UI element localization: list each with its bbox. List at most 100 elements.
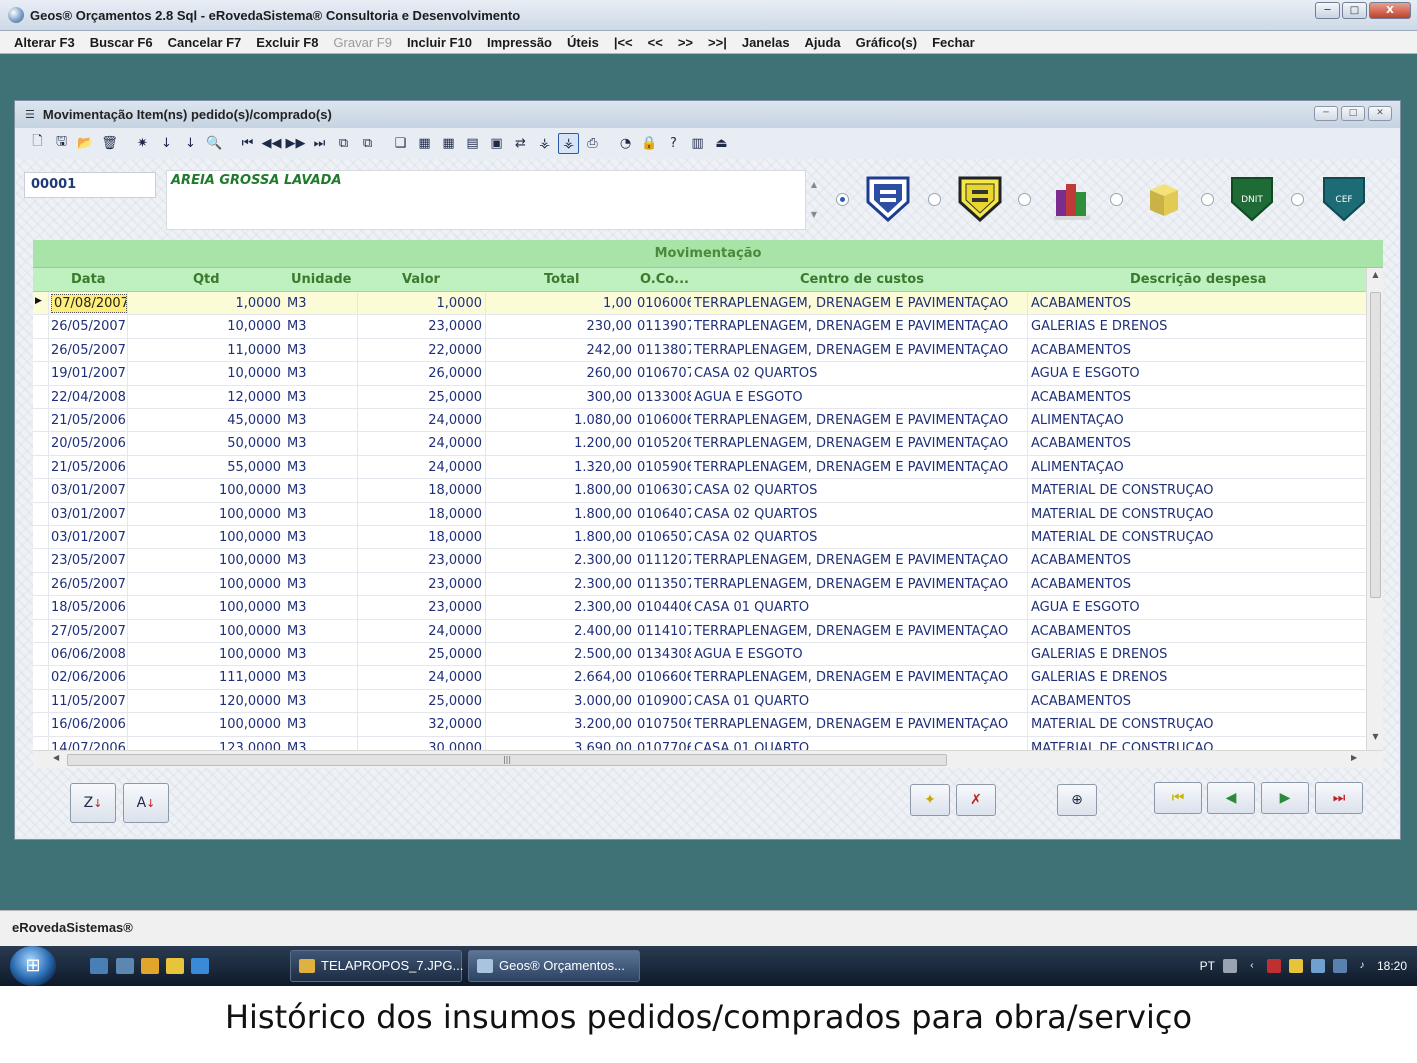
- cell-data[interactable]: 02/06/2006: [51, 670, 127, 685]
- start-button[interactable]: ⊞: [10, 946, 56, 986]
- cell-unidade[interactable]: M3: [287, 600, 357, 615]
- scroll-right-icon[interactable]: ▶: [1351, 753, 1357, 762]
- next-record-button[interactable]: ▶: [1261, 782, 1309, 814]
- cell-data[interactable]: 26/05/2007: [51, 319, 127, 334]
- cell-valor[interactable]: 1,0000: [359, 296, 483, 311]
- cell-qtd[interactable]: 111,0000: [129, 670, 281, 685]
- chart-icon[interactable]: ▥: [687, 133, 708, 154]
- cell-descricao-despesa[interactable]: MATERIAL DE CONSTRUÇÃO: [1031, 483, 1361, 498]
- table-icon[interactable]: ▦: [438, 133, 459, 154]
- cell-descricao-despesa[interactable]: ACABAMENTOS: [1031, 296, 1361, 311]
- cell-data[interactable]: 26/05/2007: [51, 577, 127, 592]
- sort-descending-button[interactable]: Z ↓: [70, 783, 116, 823]
- cell-valor[interactable]: 23,0000: [359, 553, 482, 568]
- menu-last[interactable]: >>|: [708, 35, 727, 50]
- cell-centro-custos[interactable]: TERRAPLENAGEM, DRENAGEM E PAVIMENTAÇÃO: [694, 717, 1030, 732]
- cell-qtd[interactable]: 50,0000: [129, 436, 281, 451]
- cell-centro-custos[interactable]: TERRAPLENAGEM, DRENAGEM E PAVIMENTAÇÃO: [694, 436, 1030, 451]
- cell-data[interactable]: 16/06/2006: [51, 717, 127, 732]
- table-row[interactable]: 22/04/2008 12,0000 M3 25,0000 300,00 0133008 Á…: [33, 386, 1366, 409]
- table-row[interactable]: ▶ 07/08/2007 1,0000 M3 1,0000 1,00 0106006 TERR…: [33, 292, 1366, 316]
- cell-data[interactable]: 20/05/2006: [51, 436, 127, 451]
- cell-total[interactable]: 2.300,00: [488, 553, 632, 568]
- grid-vertical-scrollbar[interactable]: ▲ ▼: [1366, 268, 1383, 750]
- cell-ordem-compra[interactable]: 0105906: [637, 460, 691, 475]
- filter-icon[interactable]: ⚶: [534, 133, 555, 154]
- paste-icon[interactable]: ⧉: [357, 133, 378, 154]
- cell-unidade[interactable]: M3: [287, 530, 357, 545]
- column-header-ordem-compra[interactable]: O.Co...: [640, 272, 689, 287]
- table-row[interactable]: 21/05/2006 55,0000 M3 24,0000 1.320,00 010590…: [33, 456, 1366, 480]
- table-row[interactable]: 26/05/2007 11,0000 M3 22,0000 242,00 0113807 T…: [33, 339, 1366, 363]
- switch-windows-icon[interactable]: [116, 958, 134, 974]
- cell-ordem-compra[interactable]: 0106006: [637, 296, 691, 311]
- cell-valor[interactable]: 25,0000: [359, 647, 482, 662]
- cell-qtd[interactable]: 11,0000: [129, 343, 281, 358]
- cell-ordem-compra[interactable]: 0113907: [637, 319, 691, 334]
- cell-data[interactable]: 03/01/2007: [51, 530, 127, 545]
- menu-uteis[interactable]: Úteis: [567, 35, 599, 50]
- cell-qtd[interactable]: 100,0000: [129, 483, 281, 498]
- cell-data[interactable]: 07/08/2007: [51, 294, 127, 313]
- cell-descricao-despesa[interactable]: MATERIAL DE CONSTRUÇÃO: [1031, 741, 1361, 750]
- language-indicator[interactable]: PT: [1200, 959, 1215, 973]
- cell-ordem-compra[interactable]: 0111207: [637, 553, 691, 568]
- table-row[interactable]: 16/06/2006 100,0000 M3 32,0000 3.200,00 01075…: [33, 713, 1366, 737]
- table-row[interactable]: 26/05/2007 100,0000 M3 23,0000 2.300,00 01135…: [33, 573, 1366, 597]
- column-header-descricao-despesa[interactable]: Descrição despesa: [1130, 272, 1266, 287]
- cell-total[interactable]: 3.000,00: [488, 694, 632, 709]
- network-icon[interactable]: [1310, 959, 1325, 973]
- menu-graficos[interactable]: Gráfico(s): [856, 35, 917, 50]
- cell-total[interactable]: 1.800,00: [488, 507, 632, 522]
- cell-qtd[interactable]: 10,0000: [129, 319, 281, 334]
- cell-centro-custos[interactable]: ÁGUA E ESGOTO: [694, 647, 1030, 662]
- cell-total[interactable]: 2.400,00: [488, 624, 632, 639]
- close-button[interactable]: X: [1369, 2, 1411, 19]
- cell-data[interactable]: 14/07/2006: [51, 741, 127, 750]
- cell-valor[interactable]: 18,0000: [359, 530, 482, 545]
- cell-unidade[interactable]: M3: [287, 507, 357, 522]
- cell-valor[interactable]: 23,0000: [359, 600, 482, 615]
- cell-valor[interactable]: 23,0000: [359, 319, 482, 334]
- previous-record-button[interactable]: ◀: [1207, 782, 1255, 814]
- search-icon[interactable]: 🔍: [204, 133, 225, 154]
- cell-unidade[interactable]: M3: [287, 717, 357, 732]
- cell-centro-custos[interactable]: CASA 01 QUARTO: [694, 600, 1030, 615]
- table-row[interactable]: 20/05/2006 50,0000 M3 24,0000 1.200,00 010520…: [33, 432, 1366, 456]
- cell-valor[interactable]: 18,0000: [359, 483, 482, 498]
- cell-total[interactable]: 1.320,00: [488, 460, 632, 475]
- cell-descricao-despesa[interactable]: GALERIAS E DRENOS: [1031, 647, 1361, 662]
- cell-centro-custos[interactable]: TERRAPLENAGEM, DRENAGEM E PAVIMENTAÇÃO: [694, 460, 1030, 475]
- cell-qtd[interactable]: 123,0000: [129, 741, 281, 750]
- apply-filter-button[interactable]: ✦: [910, 784, 950, 816]
- cell-ordem-compra[interactable]: 0106006: [637, 413, 691, 428]
- cell-valor[interactable]: 24,0000: [359, 624, 482, 639]
- source-radio-fbn[interactable]: [928, 193, 941, 206]
- cell-valor[interactable]: 23,0000: [359, 577, 482, 592]
- cell-descricao-despesa[interactable]: MATERIAL DE CONSTRUÇÃO: [1031, 530, 1361, 545]
- cell-unidade[interactable]: M3: [287, 413, 357, 428]
- cell-qtd[interactable]: 100,0000: [129, 553, 281, 568]
- cell-unidade[interactable]: M3: [287, 577, 357, 592]
- export-icon[interactable]: ⏏: [711, 133, 732, 154]
- cell-descricao-despesa[interactable]: ALIMENTAÇÃO: [1031, 413, 1361, 428]
- source-radio-tcpo[interactable]: [1018, 193, 1031, 206]
- cell-ordem-compra[interactable]: 0109007: [637, 694, 691, 709]
- cell-centro-custos[interactable]: TERRAPLENAGEM, DRENAGEM E PAVIMENTAÇÃO: [694, 343, 1030, 358]
- cell-valor[interactable]: 24,0000: [359, 460, 482, 475]
- last-record-button[interactable]: ⏭: [1315, 782, 1363, 814]
- cell-ordem-compra[interactable]: 0106507: [637, 530, 691, 545]
- cell-data[interactable]: 11/05/2007: [51, 694, 127, 709]
- grid-horizontal-scrollbar[interactable]: ◀ ||| ▶: [33, 750, 1383, 768]
- menu-alterar[interactable]: Alterar F3: [14, 35, 75, 50]
- cell-ordem-compra[interactable]: 0106707: [637, 366, 691, 381]
- scroll-down-icon[interactable]: ▼: [1367, 732, 1384, 741]
- cell-ordem-compra[interactable]: 0134308: [637, 647, 691, 662]
- cell-unidade[interactable]: M3: [287, 553, 357, 568]
- last-record-icon[interactable]: ⏭: [309, 133, 330, 154]
- cell-ordem-compra[interactable]: 0106606: [637, 670, 691, 685]
- table-row[interactable]: 23/05/2007 100,0000 M3 23,0000 2.300,00 01112…: [33, 549, 1366, 573]
- next-record-icon[interactable]: ▶▶: [285, 133, 306, 154]
- cell-valor[interactable]: 24,0000: [359, 670, 482, 685]
- cell-ordem-compra[interactable]: 0105206: [637, 436, 691, 451]
